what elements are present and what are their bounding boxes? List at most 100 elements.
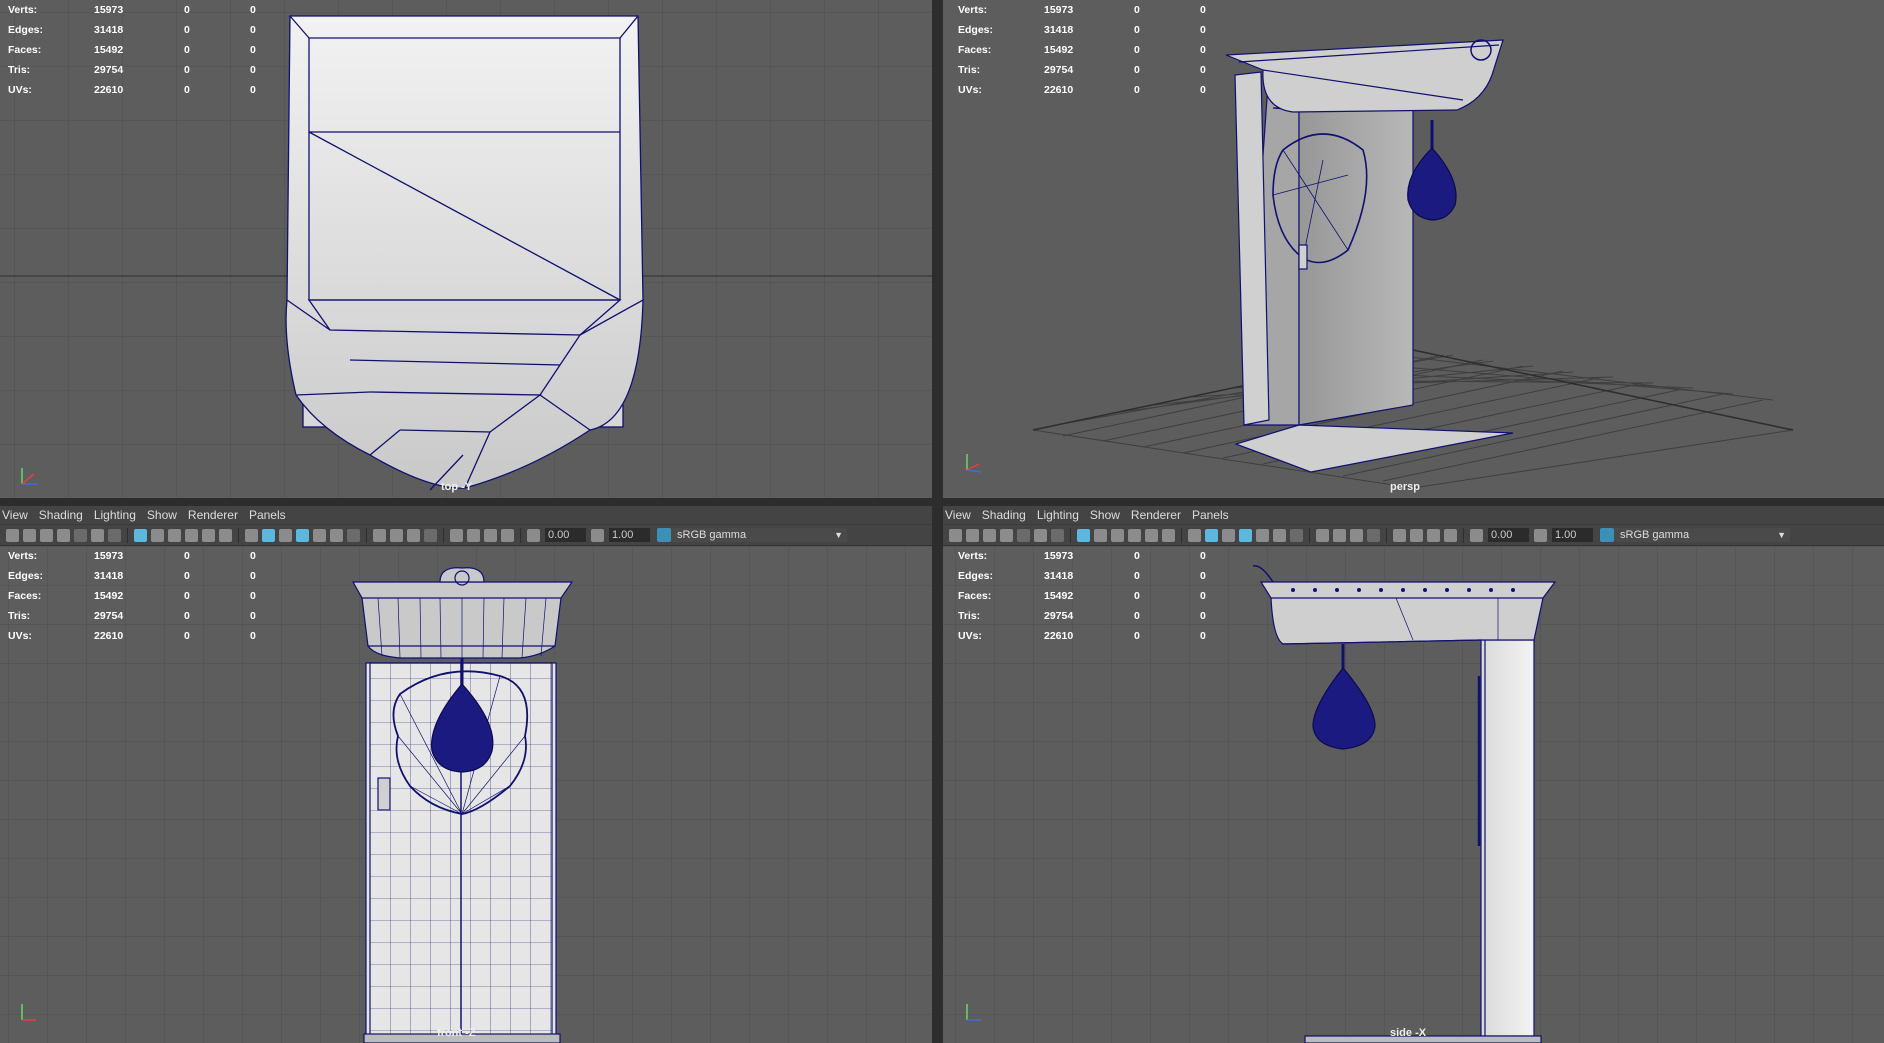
viewport-top[interactable]: Verts: 15973 0 0 Edges: 31418 0 0 Faces: 15492 0…: [0, 0, 932, 498]
shadows-icon[interactable]: [347, 528, 360, 542]
exposure-icon[interactable]: [527, 528, 540, 542]
screen-space-ao-icon[interactable]: [373, 528, 386, 542]
toolbar-separator: [238, 527, 239, 543]
wireframe-on-shaded-icon[interactable]: [1239, 528, 1252, 542]
poly-count-hud-front: Verts: 15973 0 0 Edges: 31418 0 0 Faces: 15492 0…: [8, 546, 268, 646]
wireframe-on-shaded-icon[interactable]: [296, 528, 309, 542]
bookmark-icon[interactable]: [983, 528, 996, 542]
anti-aliasing-icon[interactable]: [407, 528, 420, 542]
exposure-icon[interactable]: [1470, 528, 1483, 542]
image-plane-icon[interactable]: [1000, 528, 1013, 542]
exposure-field[interactable]: 0.00: [1488, 528, 1529, 542]
2d-pan-zoom-icon[interactable]: [1034, 528, 1047, 542]
toolbar-separator: [520, 527, 521, 543]
2d-pan-zoom-icon[interactable]: [91, 528, 104, 542]
hud-row: Verts: 15973 0 0: [958, 550, 1206, 562]
menu-shading[interactable]: Shading: [37, 508, 90, 522]
xray-icon[interactable]: [1410, 528, 1423, 542]
hud-row: Faces: 15492 0 0: [958, 44, 1206, 56]
motion-blur-icon[interactable]: [1333, 528, 1346, 542]
menu-renderer[interactable]: Renderer: [186, 508, 245, 522]
hud-row: Tris: 29754 0 0: [958, 610, 1206, 622]
textured-icon[interactable]: [313, 528, 326, 542]
lights-icon[interactable]: [1273, 528, 1286, 542]
menu-view[interactable]: View: [0, 508, 35, 522]
xray-active-icon[interactable]: [1427, 528, 1440, 542]
menu-renderer[interactable]: Renderer: [1129, 508, 1188, 522]
default-material-icon[interactable]: [279, 528, 292, 542]
bookmark-icon[interactable]: [40, 528, 53, 542]
viewport-front[interactable]: View Shading Lighting Show Renderer Pane…: [0, 506, 932, 1043]
toolbar-separator: [1463, 527, 1464, 543]
gate-mask-icon[interactable]: [185, 528, 198, 542]
viewport-persp[interactable]: Verts: 15973 0 0 Edges: 31418 0 0 Faces: 15492 0…: [943, 0, 1884, 498]
shadows-icon[interactable]: [1290, 528, 1303, 542]
resolution-gate-icon[interactable]: [1111, 528, 1124, 542]
safe-action-icon[interactable]: [219, 528, 232, 542]
film-gate-icon[interactable]: [1094, 528, 1107, 542]
depth-of-field-icon[interactable]: [1367, 528, 1380, 542]
axis-gizmo-icon: [21, 468, 38, 485]
isolate-select-icon[interactable]: [1393, 528, 1406, 542]
smooth-shade-icon[interactable]: [1205, 528, 1218, 542]
menu-show[interactable]: Show: [145, 508, 184, 522]
resolution-gate-icon[interactable]: [168, 528, 181, 542]
xray-active-icon[interactable]: [484, 528, 497, 542]
xray-icon[interactable]: [467, 528, 480, 542]
menu-shading[interactable]: Shading: [980, 508, 1033, 522]
isolate-select-icon[interactable]: [450, 528, 463, 542]
camera-attributes-icon[interactable]: [23, 528, 36, 542]
grease-pencil-icon[interactable]: [74, 528, 87, 542]
viewport-side[interactable]: View Shading Lighting Show Renderer Pane…: [943, 506, 1884, 1043]
xray-joints-icon[interactable]: [501, 528, 514, 542]
menu-view[interactable]: View: [943, 508, 978, 522]
menu-panels[interactable]: Panels: [247, 508, 293, 522]
menu-panels[interactable]: Panels: [1190, 508, 1236, 522]
menu-lighting[interactable]: Lighting: [92, 508, 143, 522]
image-plane-icon[interactable]: [57, 528, 70, 542]
wireframe-icon[interactable]: [245, 528, 258, 542]
grease-pencil-icon[interactable]: [1017, 528, 1030, 542]
color-management-icon[interactable]: [1600, 528, 1614, 542]
gate-mask-icon[interactable]: [1128, 528, 1141, 542]
textured-icon[interactable]: [1256, 528, 1269, 542]
smooth-shade-icon[interactable]: [262, 528, 275, 542]
xray-joints-icon[interactable]: [1444, 528, 1457, 542]
pencil-icon[interactable]: [108, 528, 121, 542]
gamma-field[interactable]: 1.00: [609, 528, 650, 542]
wireframe-icon[interactable]: [1188, 528, 1201, 542]
select-camera-icon[interactable]: [949, 528, 962, 542]
viewport-toolbar: 0.00 1.00 sRGB gamma ▼: [943, 524, 1884, 546]
field-chart-icon[interactable]: [1145, 528, 1158, 542]
pencil-icon[interactable]: [1051, 528, 1064, 542]
color-management-icon[interactable]: [657, 528, 671, 542]
axis-gizmo-icon: [21, 1004, 36, 1021]
select-camera-icon[interactable]: [6, 528, 19, 542]
gamma-icon[interactable]: [1534, 528, 1547, 542]
menu-lighting[interactable]: Lighting: [1035, 508, 1086, 522]
menu-show[interactable]: Show: [1088, 508, 1127, 522]
view-transform-dropdown[interactable]: sRGB gamma ▼: [1614, 528, 1790, 542]
poly-count-hud-persp: Verts: 15973 0 0 Edges: 31418 0 0 Faces: 15492 0…: [958, 0, 1218, 100]
depth-of-field-icon[interactable]: [424, 528, 437, 542]
grid-toggle-icon[interactable]: [1077, 528, 1090, 542]
view-transform-dropdown[interactable]: sRGB gamma ▼: [671, 528, 847, 542]
field-chart-icon[interactable]: [202, 528, 215, 542]
grid-toggle-icon[interactable]: [134, 528, 147, 542]
safe-action-icon[interactable]: [1162, 528, 1175, 542]
anti-aliasing-icon[interactable]: [1350, 528, 1363, 542]
default-material-icon[interactable]: [1222, 528, 1235, 542]
screen-space-ao-icon[interactable]: [1316, 528, 1329, 542]
vertical-panel-divider[interactable]: [932, 0, 943, 1043]
film-gate-icon[interactable]: [151, 528, 164, 542]
horizontal-panel-divider[interactable]: [0, 498, 1884, 506]
hud-row: Verts: 15973 0 0: [8, 550, 256, 562]
poly-count-hud-top: Verts: 15973 0 0 Edges: 31418 0 0 Faces: 15492 0…: [8, 0, 268, 100]
camera-attributes-icon[interactable]: [966, 528, 979, 542]
exposure-field[interactable]: 0.00: [545, 528, 586, 542]
gamma-icon[interactable]: [591, 528, 604, 542]
motion-blur-icon[interactable]: [390, 528, 403, 542]
chevron-down-icon: ▼: [1777, 530, 1786, 540]
gamma-field[interactable]: 1.00: [1552, 528, 1593, 542]
lights-icon[interactable]: [330, 528, 343, 542]
